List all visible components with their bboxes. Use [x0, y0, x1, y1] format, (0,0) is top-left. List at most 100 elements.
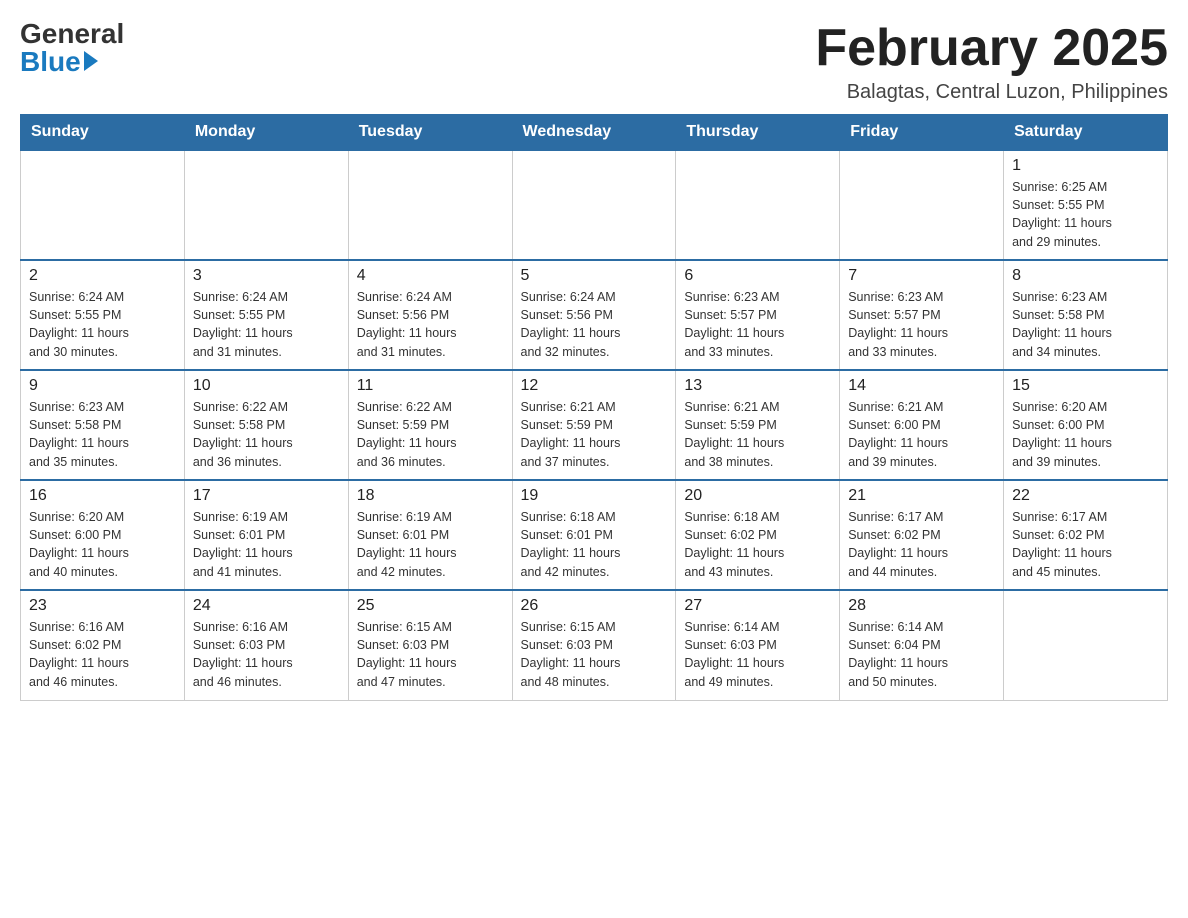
day-number: 21	[848, 487, 995, 505]
day-info: Sunrise: 6:15 AM Sunset: 6:03 PM Dayligh…	[521, 618, 668, 691]
day-info: Sunrise: 6:22 AM Sunset: 5:58 PM Dayligh…	[193, 398, 340, 471]
day-info: Sunrise: 6:22 AM Sunset: 5:59 PM Dayligh…	[357, 398, 504, 471]
logo-general-text: General	[20, 20, 124, 48]
calendar-cell: 7Sunrise: 6:23 AM Sunset: 5:57 PM Daylig…	[840, 260, 1004, 370]
calendar-cell	[512, 150, 676, 260]
title-section: February 2025 Balagtas, Central Luzon, P…	[815, 20, 1168, 104]
day-info: Sunrise: 6:17 AM Sunset: 6:02 PM Dayligh…	[1012, 508, 1159, 581]
day-info: Sunrise: 6:16 AM Sunset: 6:03 PM Dayligh…	[193, 618, 340, 691]
day-info: Sunrise: 6:23 AM Sunset: 5:57 PM Dayligh…	[684, 288, 831, 361]
calendar-cell	[1004, 590, 1168, 700]
day-number: 20	[684, 487, 831, 505]
calendar-cell: 5 Sunrise: 6:24 AM Sunset: 5:56 PM Daylig…	[512, 260, 676, 370]
day-info: Sunrise: 6:18 AM Sunset: 6:01 PM Dayligh…	[521, 508, 668, 581]
calendar-cell: 2 Sunrise: 6:24 AM Sunset: 5:55 PM Daylig…	[21, 260, 185, 370]
day-info: Sunrise: 6:20 AM Sunset: 6:00 PM Dayligh…	[1012, 398, 1159, 471]
calendar-cell: 25 Sunrise: 6:15 AM Sunset: 6:03 PM Dayli…	[348, 590, 512, 700]
calendar-cell: 10 Sunrise: 6:22 AM Sunset: 5:58 PM Dayli…	[184, 370, 348, 480]
calendar-cell	[676, 150, 840, 260]
calendar-cell: 3Sunrise: 6:24 AM Sunset: 5:55 PM Daylig…	[184, 260, 348, 370]
day-info: Sunrise: 6:21 AM Sunset: 5:59 PM Dayligh…	[684, 398, 831, 471]
calendar-cell: 9Sunrise: 6:23 AM Sunset: 5:58 PM Daylig…	[21, 370, 185, 480]
calendar-cell	[21, 150, 185, 260]
day-info: Sunrise: 6:19 AM Sunset: 6:01 PM Dayligh…	[357, 508, 504, 581]
day-number: 1	[1012, 157, 1159, 175]
calendar-cell: 11 Sunrise: 6:22 AM Sunset: 5:59 PM Dayli…	[348, 370, 512, 480]
logo-blue-text: Blue	[20, 48, 98, 76]
day-info: Sunrise: 6:14 AM Sunset: 6:04 PM Dayligh…	[848, 618, 995, 691]
weekday-header-monday: Monday	[184, 115, 348, 151]
day-number: 15	[1012, 377, 1159, 395]
day-number: 6	[684, 267, 831, 285]
calendar-cell: 8 Sunrise: 6:23 AM Sunset: 5:58 PM Daylig…	[1004, 260, 1168, 370]
calendar-cell	[184, 150, 348, 260]
day-number: 5	[521, 267, 668, 285]
calendar-week-2: 2 Sunrise: 6:24 AM Sunset: 5:55 PM Daylig…	[21, 260, 1168, 370]
calendar-cell	[840, 150, 1004, 260]
calendar-cell: 26Sunrise: 6:15 AM Sunset: 6:03 PM Dayli…	[512, 590, 676, 700]
day-number: 19	[521, 487, 668, 505]
day-info: Sunrise: 6:19 AM Sunset: 6:01 PM Dayligh…	[193, 508, 340, 581]
day-number: 25	[357, 597, 504, 615]
day-number: 16	[29, 487, 176, 505]
calendar-cell	[348, 150, 512, 260]
day-number: 24	[193, 597, 340, 615]
weekday-header-thursday: Thursday	[676, 115, 840, 151]
day-info: Sunrise: 6:17 AM Sunset: 6:02 PM Dayligh…	[848, 508, 995, 581]
calendar-week-5: 23 Sunrise: 6:16 AM Sunset: 6:02 PM Dayli…	[21, 590, 1168, 700]
day-info: Sunrise: 6:16 AM Sunset: 6:02 PM Dayligh…	[29, 618, 176, 691]
calendar-cell: 13Sunrise: 6:21 AM Sunset: 5:59 PM Dayli…	[676, 370, 840, 480]
calendar-cell: 12 Sunrise: 6:21 AM Sunset: 5:59 PM Dayli…	[512, 370, 676, 480]
day-number: 11	[357, 377, 504, 395]
calendar-table: SundayMondayTuesdayWednesdayThursdayFrid…	[20, 114, 1168, 701]
calendar-cell: 28 Sunrise: 6:14 AM Sunset: 6:04 PM Dayli…	[840, 590, 1004, 700]
calendar-cell: 6 Sunrise: 6:23 AM Sunset: 5:57 PM Daylig…	[676, 260, 840, 370]
calendar-cell: 4 Sunrise: 6:24 AM Sunset: 5:56 PM Daylig…	[348, 260, 512, 370]
calendar-header-row: SundayMondayTuesdayWednesdayThursdayFrid…	[21, 115, 1168, 151]
day-number: 4	[357, 267, 504, 285]
day-info: Sunrise: 6:20 AM Sunset: 6:00 PM Dayligh…	[29, 508, 176, 581]
day-number: 18	[357, 487, 504, 505]
location-text: Balagtas, Central Luzon, Philippines	[815, 81, 1168, 104]
calendar-cell: 17 Sunrise: 6:19 AM Sunset: 6:01 PM Dayli…	[184, 480, 348, 590]
weekday-header-sunday: Sunday	[21, 115, 185, 151]
day-number: 12	[521, 377, 668, 395]
day-info: Sunrise: 6:24 AM Sunset: 5:55 PM Dayligh…	[193, 288, 340, 361]
calendar-week-4: 16 Sunrise: 6:20 AM Sunset: 6:00 PM Dayli…	[21, 480, 1168, 590]
day-number: 9	[29, 377, 176, 395]
weekday-header-saturday: Saturday	[1004, 115, 1168, 151]
page-header: General Blue February 2025 Balagtas, Cen…	[20, 20, 1168, 104]
day-info: Sunrise: 6:15 AM Sunset: 6:03 PM Dayligh…	[357, 618, 504, 691]
month-title: February 2025	[815, 20, 1168, 77]
day-info: Sunrise: 6:14 AM Sunset: 6:03 PM Dayligh…	[684, 618, 831, 691]
weekday-header-tuesday: Tuesday	[348, 115, 512, 151]
day-number: 23	[29, 597, 176, 615]
day-info: Sunrise: 6:23 AM Sunset: 5:58 PM Dayligh…	[1012, 288, 1159, 361]
calendar-cell: 24 Sunrise: 6:16 AM Sunset: 6:03 PM Dayli…	[184, 590, 348, 700]
calendar-week-3: 9Sunrise: 6:23 AM Sunset: 5:58 PM Daylig…	[21, 370, 1168, 480]
weekday-header-friday: Friday	[840, 115, 1004, 151]
day-info: Sunrise: 6:23 AM Sunset: 5:57 PM Dayligh…	[848, 288, 995, 361]
day-info: Sunrise: 6:25 AM Sunset: 5:55 PM Dayligh…	[1012, 178, 1159, 251]
calendar-cell: 27 Sunrise: 6:14 AM Sunset: 6:03 PM Dayli…	[676, 590, 840, 700]
day-number: 8	[1012, 267, 1159, 285]
day-info: Sunrise: 6:24 AM Sunset: 5:56 PM Dayligh…	[521, 288, 668, 361]
day-number: 28	[848, 597, 995, 615]
day-info: Sunrise: 6:24 AM Sunset: 5:56 PM Dayligh…	[357, 288, 504, 361]
day-info: Sunrise: 6:21 AM Sunset: 5:59 PM Dayligh…	[521, 398, 668, 471]
day-number: 17	[193, 487, 340, 505]
weekday-header-wednesday: Wednesday	[512, 115, 676, 151]
calendar-cell: 20 Sunrise: 6:18 AM Sunset: 6:02 PM Dayli…	[676, 480, 840, 590]
calendar-cell: 15 Sunrise: 6:20 AM Sunset: 6:00 PM Dayli…	[1004, 370, 1168, 480]
day-info: Sunrise: 6:24 AM Sunset: 5:55 PM Dayligh…	[29, 288, 176, 361]
day-info: Sunrise: 6:18 AM Sunset: 6:02 PM Dayligh…	[684, 508, 831, 581]
calendar-cell: 21 Sunrise: 6:17 AM Sunset: 6:02 PM Dayli…	[840, 480, 1004, 590]
day-number: 27	[684, 597, 831, 615]
calendar-cell: 16 Sunrise: 6:20 AM Sunset: 6:00 PM Dayli…	[21, 480, 185, 590]
calendar-cell: 22Sunrise: 6:17 AM Sunset: 6:02 PM Dayli…	[1004, 480, 1168, 590]
calendar-cell: 19 Sunrise: 6:18 AM Sunset: 6:01 PM Dayli…	[512, 480, 676, 590]
calendar-cell: 18 Sunrise: 6:19 AM Sunset: 6:01 PM Dayli…	[348, 480, 512, 590]
day-number: 10	[193, 377, 340, 395]
day-number: 14	[848, 377, 995, 395]
day-number: 2	[29, 267, 176, 285]
